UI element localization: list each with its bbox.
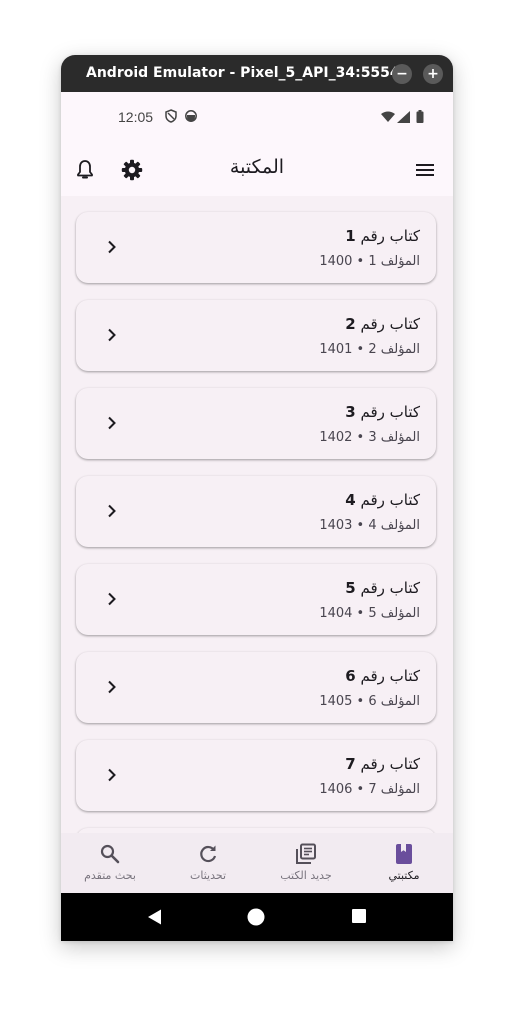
book-title: كتاب رقم 4	[345, 491, 420, 509]
book-number: 2	[345, 315, 356, 333]
status-time: 12:05	[118, 109, 154, 125]
book-subtitle: المؤلف 4 • 1403	[319, 518, 420, 533]
separator: •	[356, 782, 365, 797]
refresh-icon	[200, 845, 217, 863]
chevron-icon	[108, 328, 116, 342]
book-card[interactable]: كتاب رقم 3 المؤلف 3 • 1402	[76, 388, 436, 459]
book-title: كتاب رقم 2	[345, 315, 420, 333]
separator: •	[356, 342, 365, 357]
book-year: 1401	[319, 342, 353, 357]
book-card[interactable]: كتاب رقم 1 المؤلف 1 • 1400	[76, 212, 436, 283]
nav-item-new-books[interactable]: جديد الكتب	[257, 833, 355, 893]
book-subtitle: المؤلف 3 • 1402	[319, 430, 420, 445]
book-title: كتاب رقم 7	[345, 755, 420, 773]
separator: •	[356, 694, 365, 709]
book-subtitle: المؤلف 6 • 1405	[319, 694, 420, 709]
chevron-icon	[108, 416, 116, 430]
book-card[interactable]: كتاب رقم 4 المؤلف 4 • 1403	[76, 476, 436, 547]
wifi-icon	[381, 111, 395, 122]
system-navigation-bar	[61, 893, 453, 941]
chevron-icon	[108, 680, 116, 694]
status-bar: 12:05	[61, 92, 453, 144]
emulator-titlebar: Android Emulator - Pixel_5_API_34:5554 −…	[61, 55, 453, 92]
book-number: 7	[345, 755, 356, 773]
nav-label: بحث متقدم	[84, 869, 136, 882]
sync-icon	[185, 110, 197, 122]
nav-item-my-library[interactable]: مكتبتي	[355, 833, 453, 893]
window-title: Android Emulator - Pixel_5_API_34:5554	[86, 65, 400, 81]
separator: •	[356, 430, 365, 445]
nav-label: تحديثات	[189, 869, 227, 882]
book-number: 5	[345, 579, 356, 597]
book-number: 4	[345, 491, 356, 509]
book-icon	[396, 844, 412, 864]
book-title: كتاب رقم 3	[345, 403, 420, 421]
book-year: 1406	[319, 782, 353, 797]
signal-icon	[397, 111, 410, 123]
book-author: المؤلف 7	[368, 782, 420, 797]
book-number: 3	[345, 403, 356, 421]
book-title: كتاب رقم 5	[345, 579, 420, 597]
book-number: 6	[345, 667, 356, 685]
emulator-window: Android Emulator - Pixel_5_API_34:5554 −…	[61, 55, 453, 941]
book-subtitle: المؤلف 2 • 1401	[319, 342, 420, 357]
book-subtitle: المؤلف 1 • 1400	[319, 254, 420, 269]
book-card[interactable]: كتاب رقم 7 المؤلف 7 • 1406	[76, 740, 436, 811]
book-list: كتاب رقم 1 المؤلف 1 • 1400 كتاب رقم 2 ال…	[61, 196, 453, 833]
menu-icon[interactable]	[413, 158, 437, 182]
book-card[interactable]: كتاب رقم 6 المؤلف 6 • 1405	[76, 652, 436, 723]
book-year: 1404	[319, 606, 353, 621]
book-card[interactable]: كتاب رقم 2 المؤلف 2 • 1401	[76, 300, 436, 371]
book-year: 1402	[319, 430, 353, 445]
book-card[interactable]: كتاب رقم 5 المؤلف 5 • 1404	[76, 564, 436, 635]
book-author: المؤلف 5	[368, 606, 420, 621]
chevron-icon	[108, 768, 116, 782]
nav-label: جديد الكتب	[280, 869, 332, 882]
separator: •	[356, 606, 365, 621]
book-title: كتاب رقم 6	[345, 667, 420, 685]
book-year: 1400	[319, 254, 353, 269]
back-icon[interactable]	[146, 908, 164, 926]
separator: •	[356, 254, 365, 269]
chevron-icon	[108, 504, 116, 518]
separator: •	[356, 518, 365, 533]
book-author: المؤلف 1	[368, 254, 420, 269]
search-icon	[100, 844, 120, 864]
book-year: 1403	[319, 518, 353, 533]
nav-item-updates[interactable]: تحديثات	[159, 833, 257, 893]
shield-icon	[165, 109, 177, 123]
book-subtitle: المؤلف 5 • 1404	[319, 606, 420, 621]
book-year: 1405	[319, 694, 353, 709]
book-author: المؤلف 3	[368, 430, 420, 445]
bottom-navigation: بحث متقدم تحديثات جديد الكتب مكتبتي	[61, 833, 453, 893]
app-bar: المكتبة	[61, 144, 453, 196]
phone-screen: 12:05 المكتبة كتاب رقم 1 المؤلف 1 • 1400…	[61, 92, 453, 941]
chevron-icon	[108, 240, 116, 254]
nav-label: مكتبتي	[388, 869, 420, 882]
book-subtitle: المؤلف 7 • 1406	[319, 782, 420, 797]
nav-item-advanced-search[interactable]: بحث متقدم	[61, 833, 159, 893]
library-books-icon	[296, 843, 316, 864]
minimize-button[interactable]: −	[392, 64, 412, 84]
book-author: المؤلف 2	[368, 342, 420, 357]
chevron-icon	[108, 592, 116, 606]
book-author: المؤلف 4	[368, 518, 420, 533]
book-author: المؤلف 6	[368, 694, 420, 709]
page-title: المكتبة	[229, 156, 285, 178]
recents-icon[interactable]	[351, 908, 367, 924]
book-number: 1	[345, 227, 356, 245]
home-icon[interactable]	[247, 908, 265, 926]
book-title: كتاب رقم 1	[345, 227, 420, 245]
battery-icon	[416, 110, 424, 123]
maximize-button[interactable]: +	[423, 64, 443, 84]
